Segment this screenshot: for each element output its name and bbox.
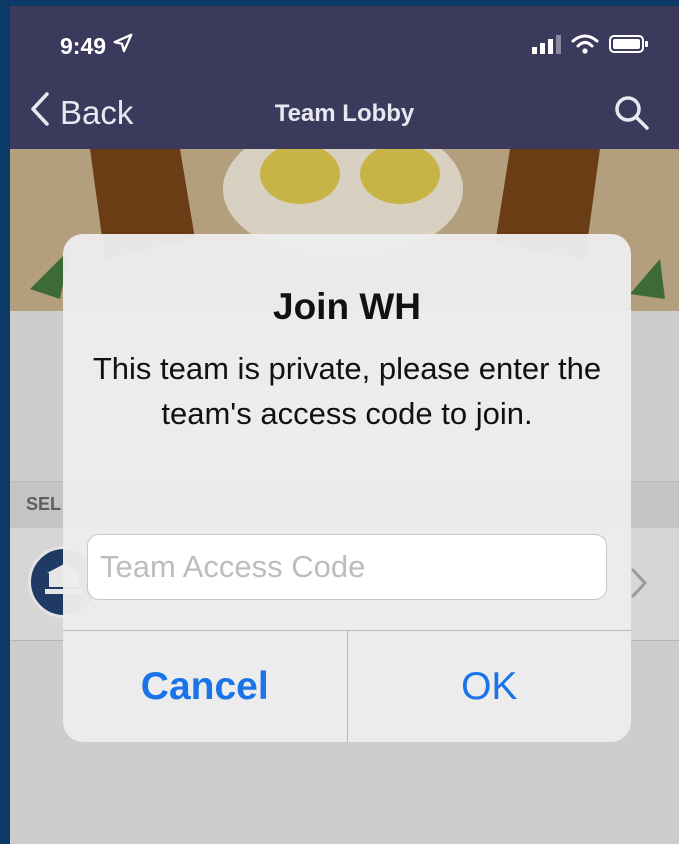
dialog-button-row: Cancel OK — [63, 630, 631, 742]
page-title: Team Lobby — [274, 100, 415, 127]
ok-button[interactable]: OK — [348, 631, 632, 742]
status-indicators — [531, 34, 649, 59]
navigation-bar: 9:49 Back Team Lobby — [10, 6, 679, 149]
section-header-label: SEL — [26, 494, 62, 514]
team-access-code-input[interactable] — [87, 534, 607, 600]
dialog-title: Join WH — [273, 286, 421, 327]
status-time: 9:49 — [60, 32, 134, 60]
location-arrow-icon — [112, 32, 134, 60]
battery-icon — [609, 34, 649, 59]
join-team-dialog: Join WH This team is private, please ent… — [63, 234, 631, 742]
search-icon — [613, 96, 651, 136]
search-button[interactable] — [613, 94, 651, 137]
wifi-icon — [571, 34, 599, 59]
chevron-right-icon — [631, 568, 647, 603]
dialog-message: This team is private, please enter the t… — [92, 351, 602, 431]
cellular-signal-icon — [531, 34, 561, 59]
status-time-text: 9:49 — [60, 32, 107, 59]
cancel-button[interactable]: Cancel — [63, 631, 348, 742]
